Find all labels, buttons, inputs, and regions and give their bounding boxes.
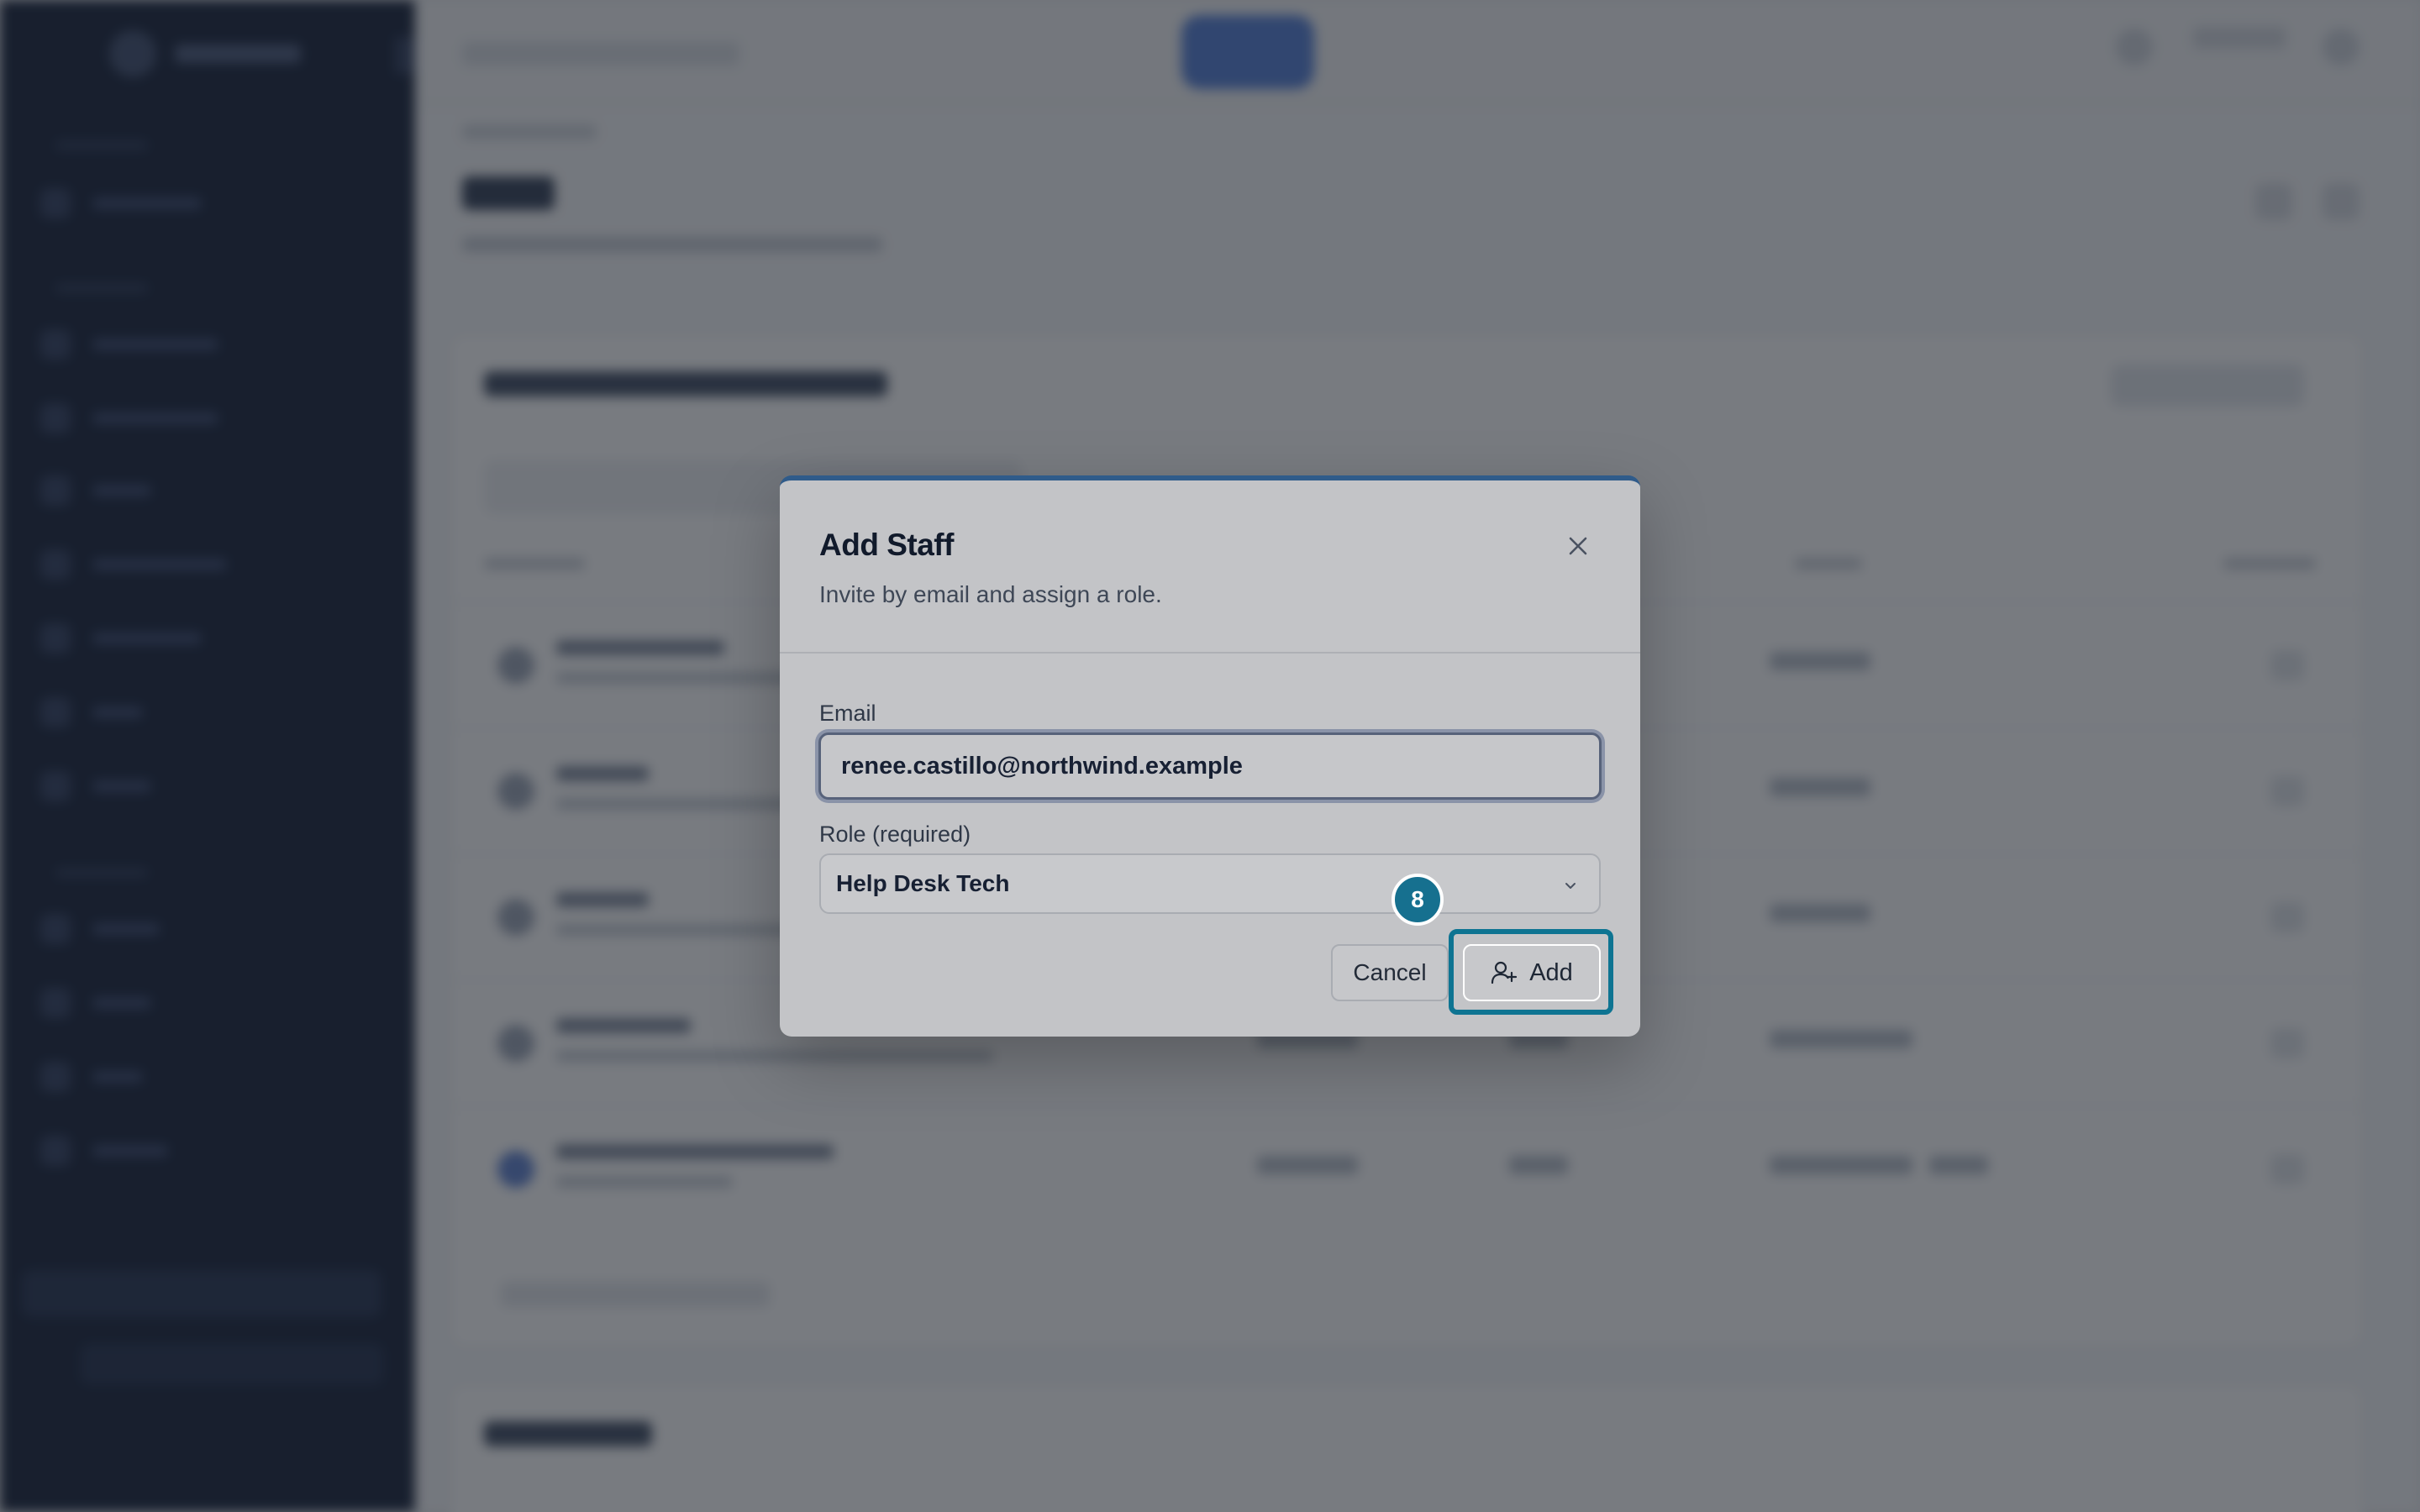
close-icon bbox=[1569, 537, 1587, 555]
dialog-divider bbox=[780, 652, 1640, 654]
role-select[interactable]: Help Desk Tech bbox=[819, 853, 1601, 914]
add-staff-dialog: Add Staff Invite by email and assign a r… bbox=[780, 475, 1640, 1037]
add-button[interactable]: Add bbox=[1463, 944, 1601, 1001]
add-button-label: Add bbox=[1529, 958, 1573, 986]
step-badge: 8 bbox=[1392, 874, 1444, 926]
user-plus-icon bbox=[1491, 961, 1518, 984]
dialog-title: Add Staff bbox=[819, 528, 954, 562]
role-select-value: Help Desk Tech bbox=[836, 870, 1010, 896]
chevron-down-icon bbox=[1565, 883, 1576, 889]
dialog-subtitle: Invite by email and assign a role. bbox=[819, 581, 1162, 607]
email-label: Email bbox=[819, 701, 876, 726]
cancel-button[interactable]: Cancel bbox=[1331, 944, 1449, 1001]
email-field[interactable] bbox=[818, 732, 1602, 800]
role-label: Role (required) bbox=[819, 822, 971, 847]
close-button[interactable] bbox=[1561, 529, 1595, 563]
